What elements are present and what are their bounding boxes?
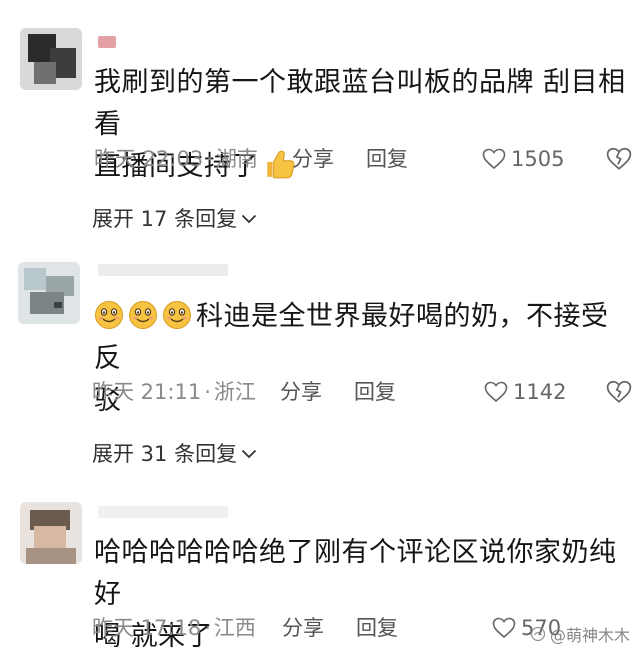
meta-separator: ·: [204, 380, 211, 404]
heart-icon: [482, 148, 506, 170]
comment-item: 科迪是全世界最好喝的奶，不接受反 驳 昨天 21:11 · 浙江 分享 回复 114…: [0, 240, 640, 480]
avatar[interactable]: [18, 262, 80, 324]
comment-text-line: 哈哈哈哈哈哈绝了刚有个评论区说你家奶纯好: [94, 537, 617, 610]
comment-item: 我刷到的第一个敢跟蓝台叫板的品牌 刮目相看 直播间支持了 昨天 22:03 · 湖南…: [0, 0, 640, 240]
chevron-down-icon: [241, 449, 257, 459]
reply-button[interactable]: 回复: [356, 613, 398, 643]
like-count: 1505: [511, 147, 565, 171]
comment-meta: 昨天 22:03 · 湖南: [94, 144, 258, 174]
comment-location: 湖南: [215, 147, 258, 171]
smiling-face-icon: [95, 301, 123, 329]
username[interactable]: [98, 36, 116, 48]
reply-button[interactable]: 回复: [366, 144, 408, 174]
comment-meta: 昨天 21:11 · 浙江: [92, 377, 256, 407]
chevron-down-icon: [241, 214, 257, 224]
comment-location: 江西: [213, 616, 256, 640]
like-button[interactable]: 1142: [484, 377, 566, 407]
username[interactable]: [98, 506, 228, 518]
thumbs-up-icon: [267, 150, 295, 179]
meta-separator: ·: [206, 147, 213, 171]
smiling-face-icon: [129, 301, 157, 329]
avatar[interactable]: [20, 502, 82, 564]
like-button[interactable]: 1505: [482, 144, 564, 174]
comment-location: 浙江: [213, 380, 256, 404]
heart-icon: [492, 617, 516, 639]
heart-icon: [484, 381, 508, 403]
dislike-icon[interactable]: [606, 379, 632, 405]
expand-replies-button[interactable]: 展开 31 条回复: [92, 439, 257, 469]
smiling-face-icon: [163, 301, 191, 329]
comment-meta: 昨天 17:18 · 江西: [92, 613, 256, 643]
watermark-text: @萌神木木: [549, 626, 630, 645]
comment-time: 昨天 17:18: [92, 616, 202, 640]
expand-replies-label: 展开 17 条回复: [92, 207, 238, 231]
avatar[interactable]: [20, 28, 82, 90]
expand-replies-label: 展开 31 条回复: [92, 442, 238, 466]
username[interactable]: [98, 264, 228, 276]
comment-text-line: 科迪是全世界最好喝的奶，不接受反: [94, 301, 609, 374]
watermark: @萌神木木: [530, 622, 630, 646]
expand-replies-button[interactable]: 展开 17 条回复: [92, 204, 257, 234]
meta-separator: ·: [204, 616, 211, 640]
share-button[interactable]: 分享: [292, 144, 334, 174]
comment-time: 昨天 21:11: [92, 380, 202, 404]
watermark-logo-icon: [530, 626, 546, 642]
share-button[interactable]: 分享: [282, 613, 324, 643]
comment-text-line: 我刷到的第一个敢跟蓝台叫板的品牌 刮目相看: [94, 67, 626, 140]
like-count: 1142: [513, 380, 567, 404]
share-button[interactable]: 分享: [280, 377, 322, 407]
reply-button[interactable]: 回复: [354, 377, 396, 407]
dislike-icon[interactable]: [606, 146, 632, 172]
comment-time: 昨天 22:03: [94, 147, 204, 171]
